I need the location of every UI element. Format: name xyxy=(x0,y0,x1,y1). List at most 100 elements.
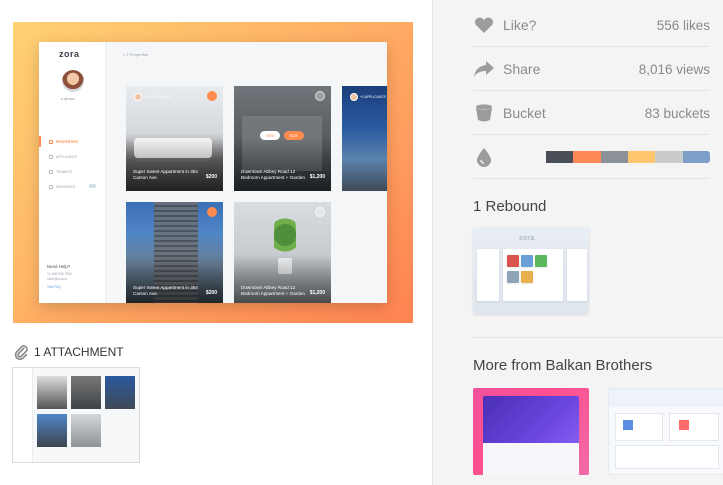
heart-icon xyxy=(207,207,217,217)
bucket-row[interactable]: Bucket 83 buckets xyxy=(473,92,710,135)
thumb-card xyxy=(105,376,135,409)
edit-button: EDIT xyxy=(284,131,304,140)
mock-nav-item-tenants: TENANTS xyxy=(46,164,104,179)
color-swatch[interactable] xyxy=(682,151,710,163)
thumb-card xyxy=(37,376,67,409)
property-card: +1 APPLICANTS Super Sweet Appartment in … xyxy=(126,86,223,191)
mock-nav-item-properties: PROPERTIES xyxy=(39,134,104,149)
card-title: Downtown Abbey Road 12 Bedroom Appartmen… xyxy=(241,285,305,296)
more-shot-thumbnail[interactable] xyxy=(608,388,723,475)
property-card: +1 APPLICANTS xyxy=(342,86,387,191)
card-shade xyxy=(234,138,331,191)
avatar xyxy=(62,70,84,92)
avatar xyxy=(350,93,358,101)
section-divider xyxy=(473,337,723,338)
thumb-sidebar xyxy=(13,368,33,462)
card-applicants: +1 APPLICANTS xyxy=(134,93,170,101)
plant-photo xyxy=(274,210,296,260)
mock-search-placeholder: 7 Properties xyxy=(126,52,148,57)
property-card: Super Sweet Appartment in 354 Carson Ave… xyxy=(126,202,223,303)
rebound-panel xyxy=(567,249,587,301)
view-count: 8,016 views xyxy=(638,61,710,77)
rebound-thumbnail[interactable]: zora xyxy=(473,227,589,314)
mock-sidebar: zora c.atrous PROPERTIES APPLICANTS TENA… xyxy=(39,42,106,303)
heart-icon xyxy=(315,91,325,101)
card-price: $200 xyxy=(205,290,217,296)
shot-image[interactable]: zora c.atrous PROPERTIES APPLICANTS TENA… xyxy=(13,22,413,323)
thumb-card xyxy=(37,414,67,447)
mock-nav-item-applicants: APPLICANTS xyxy=(46,149,104,164)
share-row[interactable]: Share 8,016 views xyxy=(473,48,710,91)
bucket-count: 83 buckets xyxy=(644,105,710,121)
more-shot-block xyxy=(615,445,719,469)
card-title: Downtown Abbey Road 12 Bedroom Appartmen… xyxy=(241,169,305,180)
card-price: $200 xyxy=(205,174,217,180)
mock-nav-item-messages: MESSAGES xyxy=(46,179,104,194)
attachments-label: 1 ATTACHMENT xyxy=(34,345,124,359)
card-applicants-label: +1 APPLICANTS xyxy=(144,95,170,99)
avatar xyxy=(134,93,142,101)
like-row[interactable]: Like? 556 likes xyxy=(473,4,710,47)
card-price: $1,200 xyxy=(309,290,325,296)
color-swatch[interactable] xyxy=(628,151,656,163)
attachments-header: 1 ATTACHMENT xyxy=(12,343,124,361)
rebound-panel xyxy=(507,271,519,283)
heart-icon xyxy=(207,91,217,101)
share-arrow-icon xyxy=(473,58,495,80)
thumb-card xyxy=(71,376,101,409)
card-applicants: +1 APPLICANTS xyxy=(350,93,386,101)
card-title: Super Sweet Appartment in 354 Carson Ave… xyxy=(133,169,198,180)
color-swatch[interactable] xyxy=(546,151,574,163)
mock-help-title: Need Help? xyxy=(47,264,71,269)
mock-nav: PROPERTIES APPLICANTS TENANTS MESSAGES xyxy=(39,134,104,194)
mock-nav-label: PROPERTIES xyxy=(56,139,78,144)
user-icon xyxy=(49,154,53,159)
view-button: VIEW xyxy=(260,131,280,140)
message-count-badge xyxy=(89,184,96,188)
mock-logo: zora xyxy=(59,49,80,59)
heart-icon xyxy=(315,207,325,217)
users-icon xyxy=(49,169,53,174)
mock-nav-label: APPLICANTS xyxy=(56,154,78,159)
rebounds-title: 1 Rebound xyxy=(473,198,547,215)
mock-faq-link: Visit FAQ xyxy=(47,285,62,289)
mock-help-contact: +1 468 545 7500 hello@zora.io xyxy=(47,272,72,282)
paperclip-icon xyxy=(14,345,28,360)
mock-dashboard: zora c.atrous PROPERTIES APPLICANTS TENA… xyxy=(39,42,387,303)
thumb-card xyxy=(71,414,101,447)
rebound-panel xyxy=(521,271,533,283)
more-shot-hero xyxy=(609,389,723,407)
bucket-label: Bucket xyxy=(503,105,546,121)
mock-nav-label: TENANTS xyxy=(56,169,72,174)
like-label: Like? xyxy=(503,17,537,33)
rebound-logo: zora xyxy=(519,235,535,242)
more-shot-accent xyxy=(679,420,689,430)
color-swatch[interactable] xyxy=(600,151,629,163)
share-label: Share xyxy=(503,61,541,77)
meta-sidebar: Like? 556 likes Share 8,016 views Bucket… xyxy=(432,0,723,485)
bucket-icon xyxy=(473,102,495,124)
rebound-panel xyxy=(535,255,547,267)
rebound-panel xyxy=(477,249,499,301)
shot-column: zora c.atrous PROPERTIES APPLICANTS TENA… xyxy=(0,0,432,485)
property-card: Downtown Abbey Road 12 Bedroom Appartmen… xyxy=(234,202,331,303)
mock-nav-label: MESSAGES xyxy=(56,184,76,189)
color-swatch[interactable] xyxy=(518,151,547,163)
heart-icon xyxy=(473,14,495,36)
mock-username: c.atrous xyxy=(61,96,76,101)
attachment-thumbnail[interactable] xyxy=(12,367,140,463)
color-swatch[interactable] xyxy=(655,151,683,163)
more-shot-block xyxy=(669,413,719,441)
rebound-panel xyxy=(507,255,519,267)
more-shot-thumbnail[interactable] xyxy=(473,388,589,475)
more-shot-accent xyxy=(623,420,633,430)
card-price: $1,200 xyxy=(309,174,325,180)
rebound-panel xyxy=(521,255,533,267)
card-shade xyxy=(126,138,223,191)
mock-help-email: hello@zora.io xyxy=(47,277,68,281)
mock-search: ⌕ 7 Properties xyxy=(123,52,148,57)
color-swatch[interactable] xyxy=(573,151,601,163)
home-icon xyxy=(49,139,53,144)
color-palette xyxy=(518,151,710,163)
more-from-title: More from Balkan Brothers xyxy=(473,357,653,374)
